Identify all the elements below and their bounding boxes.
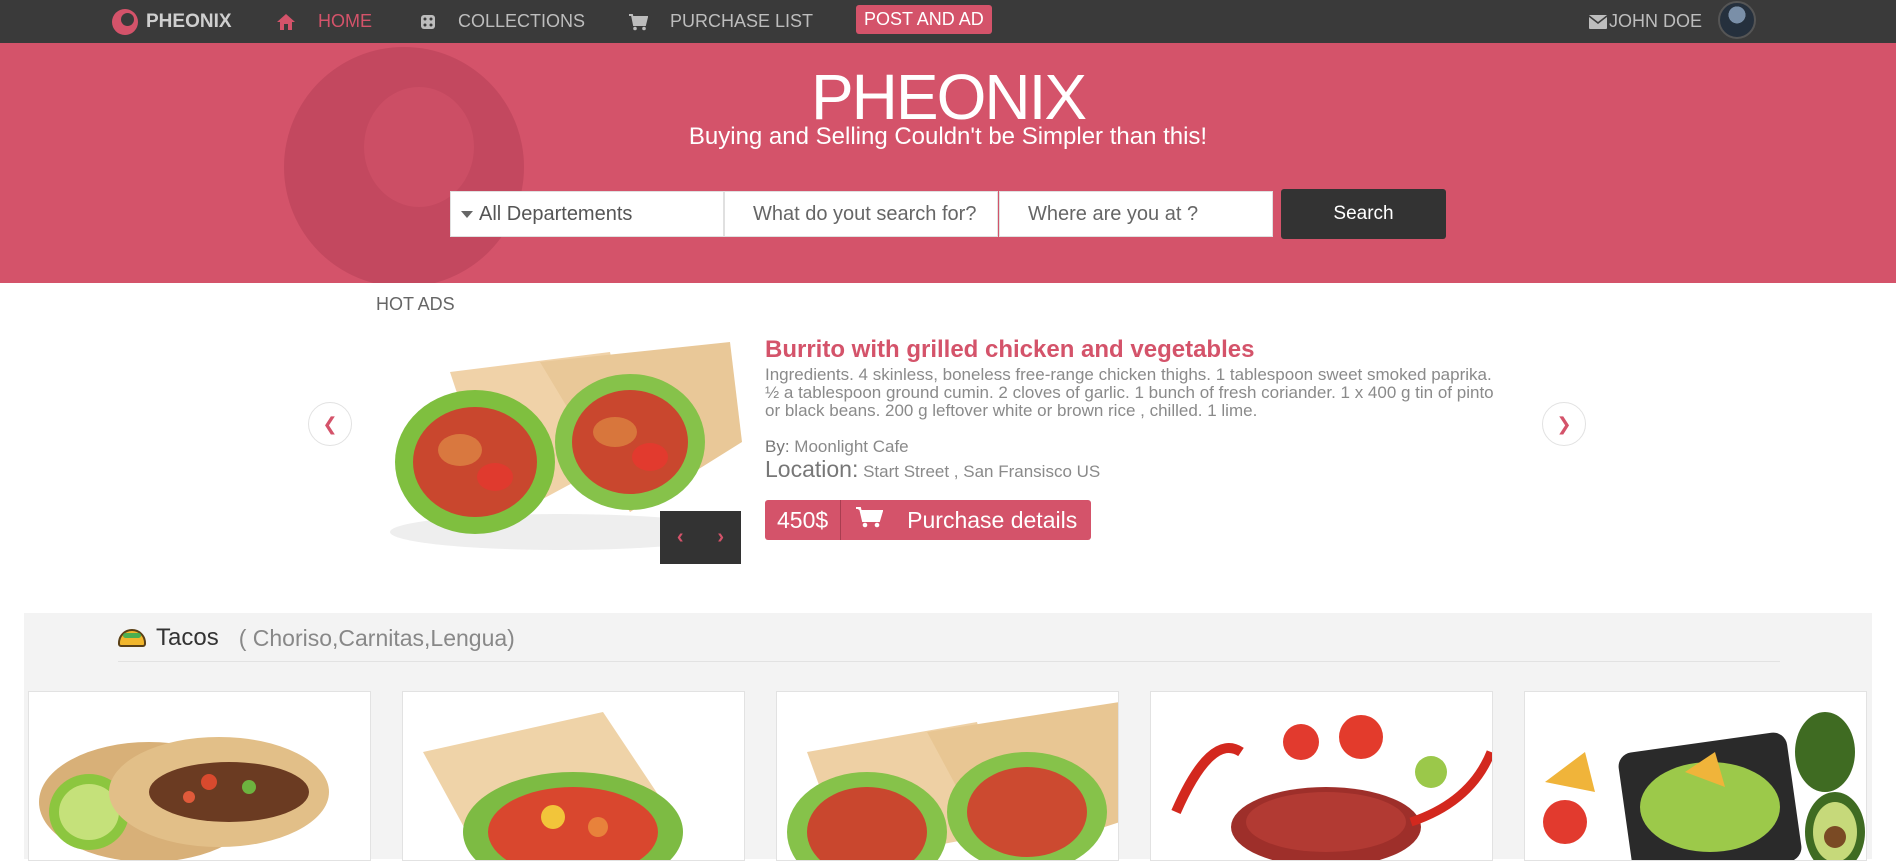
- department-value: All Departements: [479, 202, 633, 225]
- ad-image-nav: ‹ ›: [660, 511, 741, 564]
- search-where-field: [999, 191, 1273, 237]
- purchase-details-label: Purchase details: [907, 506, 1078, 533]
- search-what-field: [724, 191, 998, 237]
- brand-name: PHEONIX: [146, 10, 232, 32]
- ad-location: Location: Start Street , San Fransisco U…: [765, 456, 1100, 483]
- cart-icon: [628, 13, 648, 31]
- category-section-tacos: Tacos ( Choriso,Carnitas,Lengua): [24, 613, 1872, 861]
- nav-home-label: HOME: [318, 11, 372, 31]
- product-card-burrito-wrap[interactable]: [402, 691, 745, 861]
- price-badge: 450$: [765, 500, 842, 540]
- ad-seller: By: Moonlight Cafe: [765, 437, 909, 457]
- ad-next-icon[interactable]: ›: [717, 526, 724, 549]
- nav-purchase-label: PURCHASE LIST: [670, 11, 814, 31]
- ad-location-label: Location:: [765, 456, 859, 482]
- caret-down-icon: [461, 210, 473, 218]
- ad-seller-value: Moonlight Cafe: [794, 437, 909, 456]
- ad-seller-label: By:: [765, 437, 790, 456]
- ad-location-value: Start Street , San Fransisco US: [863, 462, 1101, 481]
- taco-icon: [118, 629, 146, 647]
- category-header: Tacos ( Choriso,Carnitas,Lengua): [118, 623, 515, 653]
- top-navbar: PHEONIX HOME COLLECTIONS PURCHASE LIST P…: [0, 0, 1896, 43]
- brand-link[interactable]: PHEONIX: [112, 0, 232, 43]
- product-card-tacos[interactable]: [28, 691, 371, 861]
- hero-banner: PHEONIX Buying and Selling Couldn't be S…: [0, 43, 1896, 283]
- ad-prev-icon[interactable]: ‹: [677, 526, 684, 549]
- carousel-prev-button[interactable]: ❮: [308, 402, 352, 446]
- nav-purchase-list[interactable]: PURCHASE LIST: [628, 0, 813, 43]
- hero-subtitle: Buying and Selling Couldn't be Simpler t…: [688, 123, 1208, 150]
- nav-collections-label: COLLECTIONS: [458, 11, 586, 31]
- home-icon: [276, 13, 296, 31]
- chevron-left-icon: ❮: [322, 413, 338, 434]
- nav-home[interactable]: HOME: [276, 0, 372, 43]
- phoenix-logo-icon: [112, 8, 138, 35]
- category-subtitle: ( Choriso,Carnitas,Lengua): [238, 624, 515, 651]
- search-button[interactable]: Search: [1281, 189, 1446, 239]
- user-name: JOHN DOE: [1609, 11, 1703, 31]
- purchase-details-button[interactable]: Purchase details: [841, 500, 1092, 540]
- nav-collections[interactable]: COLLECTIONS: [420, 0, 585, 43]
- product-card-guacamole[interactable]: [1524, 691, 1867, 861]
- ad-description: Ingredients. 4 skinless, boneless free-r…: [765, 365, 1494, 420]
- product-card-steak-vegetables[interactable]: [1150, 691, 1493, 861]
- post-ad-button[interactable]: POST AND AD: [856, 5, 992, 34]
- user-menu[interactable]: JOHN DOE: [1589, 0, 1702, 43]
- location-input[interactable]: [1028, 202, 1272, 226]
- avatar[interactable]: [1718, 1, 1756, 39]
- department-select[interactable]: All Departements: [450, 191, 724, 237]
- hot-ads-heading: HOT ADS: [376, 294, 455, 314]
- chevron-right-icon: ❯: [1556, 413, 1572, 434]
- ad-title[interactable]: Burrito with grilled chicken and vegetab…: [765, 336, 1254, 364]
- product-card-chicken-burrito[interactable]: [776, 691, 1119, 861]
- search-input[interactable]: [753, 202, 997, 226]
- category-divider: [118, 661, 1780, 662]
- envelope-icon: [1589, 14, 1607, 29]
- carousel-next-button[interactable]: ❯: [1542, 402, 1586, 446]
- price-group: 450$ Purchase details: [765, 500, 1092, 540]
- category-title[interactable]: Tacos: [156, 624, 219, 652]
- dice-icon: [420, 14, 436, 30]
- cart-icon: [855, 506, 884, 534]
